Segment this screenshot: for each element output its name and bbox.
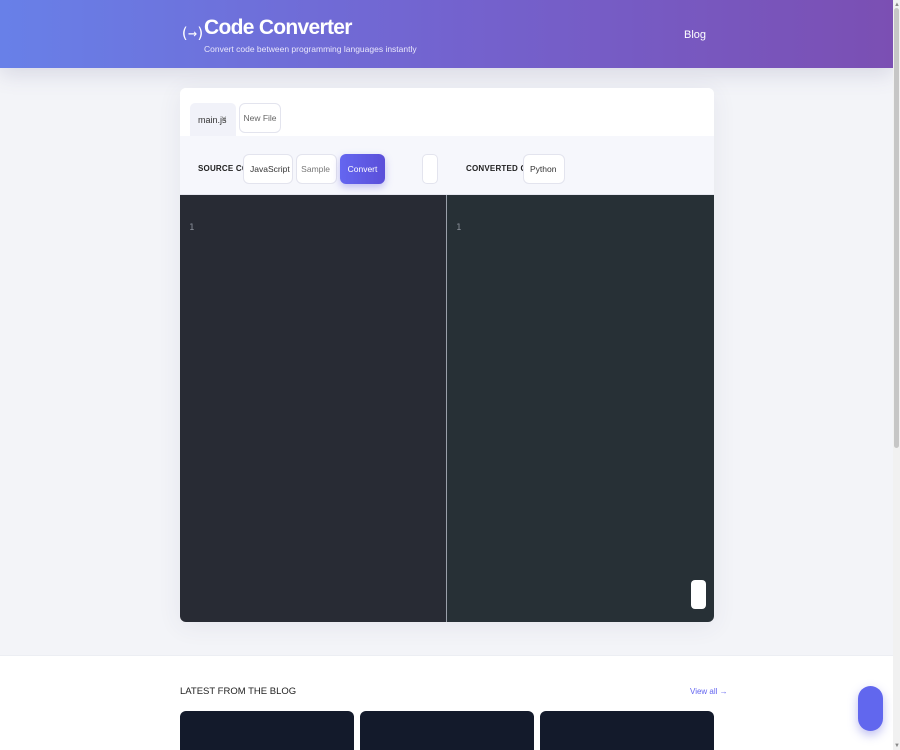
floating-action-button[interactable] bbox=[858, 686, 883, 731]
convert-button[interactable]: Convert bbox=[340, 154, 385, 184]
blog-section: LATEST FROM THE BLOG View all → bbox=[0, 655, 893, 750]
code-arrow-icon: (→) bbox=[180, 24, 205, 42]
swap-languages-button[interactable] bbox=[422, 154, 438, 184]
tab-main-js[interactable]: main.js × bbox=[190, 103, 236, 136]
view-all-link[interactable]: View all → bbox=[690, 687, 728, 696]
close-icon[interactable]: × bbox=[221, 114, 227, 125]
app-header: (→) Code Converter Convert code between … bbox=[0, 0, 893, 68]
app-subtitle: Convert code between programming languag… bbox=[204, 44, 417, 54]
app-title: Code Converter bbox=[204, 16, 352, 39]
converted-code-editor[interactable]: 1 bbox=[447, 195, 714, 622]
scrollbar-thumb[interactable] bbox=[894, 8, 899, 448]
target-language-select[interactable]: Python bbox=[523, 154, 565, 184]
converter-card: main.js × New File SOURCE CODE JavaScrip… bbox=[180, 88, 714, 622]
blog-heading: LATEST FROM THE BLOG bbox=[180, 686, 297, 697]
new-file-button[interactable]: New File bbox=[239, 103, 281, 133]
sample-button[interactable]: Sample bbox=[296, 154, 337, 184]
line-number: 1 bbox=[189, 223, 195, 233]
source-code-editor[interactable]: 1 bbox=[180, 195, 446, 622]
source-language-select[interactable]: JavaScript bbox=[243, 154, 293, 184]
file-tabs: main.js × New File bbox=[180, 88, 714, 136]
page-scrollbar[interactable]: ▲ ▼ bbox=[893, 0, 900, 750]
blog-card[interactable] bbox=[360, 711, 534, 750]
scroll-down-icon[interactable]: ▼ bbox=[894, 743, 900, 749]
nav-blog-link[interactable]: Blog bbox=[684, 29, 706, 41]
converter-toolbar: SOURCE CODE JavaScript Sample Convert CO… bbox=[180, 136, 714, 195]
line-number: 1 bbox=[456, 223, 462, 233]
blog-card[interactable] bbox=[540, 711, 714, 750]
copy-output-button[interactable] bbox=[691, 580, 706, 609]
blog-card[interactable] bbox=[180, 711, 354, 750]
